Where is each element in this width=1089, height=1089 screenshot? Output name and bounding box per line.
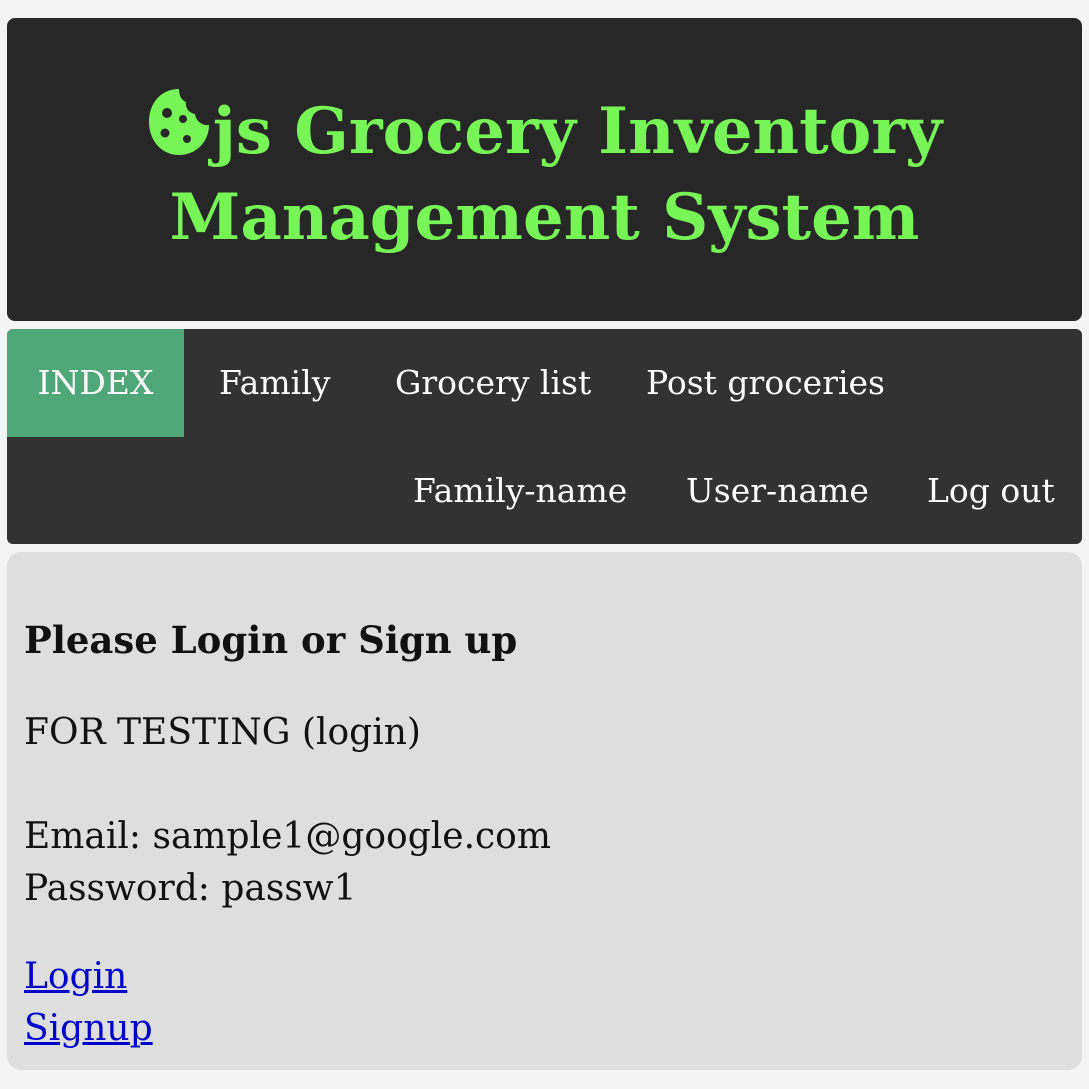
testing-note: FOR TESTING (login) (24, 712, 421, 753)
nav-item-post-groceries[interactable]: Post groceries (646, 329, 885, 437)
title-line-1: js Grocery Inventory (212, 93, 943, 169)
cookie-icon (148, 88, 209, 155)
main-content: Please Login or Sign up FOR TESTING (log… (7, 552, 1082, 1070)
main-nav: INDEX Family Grocery list Post groceries… (7, 329, 1082, 544)
nav-item-user-name[interactable]: User-name (686, 437, 869, 544)
title-line-2: Management System (169, 179, 920, 255)
site-header: js Grocery Inventory Management System (7, 18, 1082, 321)
page-heading: Please Login or Sign up (24, 618, 518, 662)
nav-item-index[interactable]: INDEX (7, 329, 184, 437)
nav-item-grocery-list[interactable]: Grocery list (395, 329, 591, 437)
test-password: Password: passw1 (24, 868, 357, 909)
nav-item-log-out[interactable]: Log out (927, 437, 1055, 544)
login-link[interactable]: Login (24, 956, 127, 997)
nav-item-family-name[interactable]: Family-name (413, 437, 627, 544)
nav-item-family[interactable]: Family (219, 329, 330, 437)
site-title: js Grocery Inventory Management System (147, 79, 942, 261)
signup-link[interactable]: Signup (24, 1008, 153, 1049)
test-email: Email: sample1@google.com (24, 816, 551, 857)
